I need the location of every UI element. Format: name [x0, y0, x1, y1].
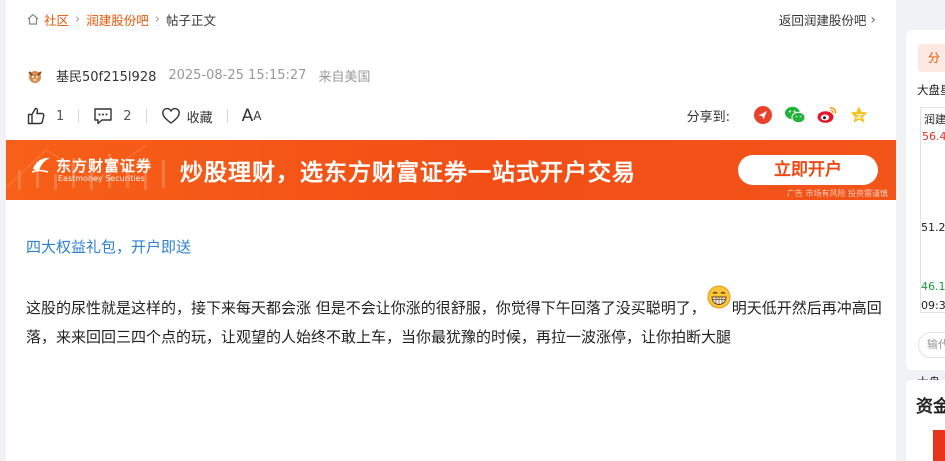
banner-slogan: 炒股理财，选东方财富证券一站式开户交易 [180, 160, 636, 186]
avatar[interactable] [26, 67, 44, 85]
home-icon[interactable] [26, 12, 40, 26]
breadcrumb-home-link[interactable]: 社区 [44, 10, 69, 29]
post-body: 这股的尿性就是这样的，接下来每天都会涨 但是不会让你涨的很舒服，你觉得下午回落了… [26, 285, 882, 352]
favorite-button[interactable]: 收藏 [161, 106, 213, 126]
font-size-large-glyph: A [241, 106, 254, 126]
quote-low: 46.16 [921, 280, 945, 293]
back-to-forum-label: 返回润建股份吧 [778, 13, 867, 28]
back-to-forum-link[interactable]: 返回润建股份吧 › [779, 10, 876, 29]
divider [145, 109, 147, 123]
chevron-right-icon: › [75, 11, 81, 27]
banner-brand-en: Eastmoney Securities [58, 174, 145, 183]
share-label: 分享到: [686, 109, 730, 125]
stock-mini-chart[interactable]: 润建 56.42 51.29 46.16 09:3 [920, 107, 945, 313]
banner-brand: 东方财富证券 Eastmoney Securities [30, 154, 153, 183]
share-guba-button[interactable] [752, 104, 774, 126]
font-size-small-glyph: A [253, 109, 262, 123]
post-actions: 1 2 收藏 AA [26, 105, 261, 127]
breadcrumb-current: 帖子正文 [165, 12, 216, 28]
post-author-bar: 基民50f215l928 2025-08-25 15:15:27 来自美国 [26, 66, 370, 85]
like-count: 1 [56, 108, 65, 124]
sidebar-tab[interactable]: 分 [918, 44, 945, 72]
open-account-button[interactable]: 立即开户 [738, 155, 878, 185]
share-weibo-button[interactable] [816, 104, 838, 126]
chevron-right-icon: › [870, 11, 876, 28]
quote-time: 09:3 [921, 299, 945, 312]
fund-flow-bar [933, 430, 945, 461]
sidebar-title-funds: 资金 [916, 397, 945, 417]
post-text-part1: 这股的尿性就是这样的，接下来每天都会涨 但是不会让你涨的很舒服，你觉得下午回落了… [26, 299, 706, 317]
divider [78, 109, 80, 123]
quote-mid: 51.29 [921, 221, 945, 234]
quote-stock-name: 润建 [924, 113, 945, 126]
comment-icon [94, 108, 112, 125]
favorite-label: 收藏 [186, 110, 213, 126]
wechat-icon [785, 106, 806, 124]
grin-emoji-icon [707, 285, 731, 309]
eastmoney-logo-icon [31, 157, 50, 173]
weibo-icon [817, 107, 837, 123]
post-time: 2025-08-25 15:15:27 [168, 68, 307, 83]
heart-icon [161, 107, 180, 124]
font-size-button[interactable]: AA [242, 106, 262, 126]
share-wechat-button[interactable] [784, 104, 806, 126]
quote-high: 56.42 [922, 130, 945, 143]
comment-count: 2 [123, 108, 132, 124]
divider [226, 109, 228, 123]
share-qzone-button[interactable] [848, 104, 870, 126]
sidebar-title-market: 大盘星 [917, 83, 945, 97]
post-location: 来自美国 [318, 70, 371, 85]
broker-banner-ad[interactable]: 东方财富证券 Eastmoney Securities 炒股理财，选东方财富证券… [6, 140, 896, 200]
guba-icon [754, 106, 772, 124]
thumbs-up-icon [27, 107, 45, 125]
breadcrumb-forum-link[interactable]: 润建股份吧 [86, 10, 149, 29]
comment-button[interactable]: 2 [93, 106, 132, 126]
author-name[interactable]: 基民50f215l928 [56, 66, 156, 85]
promo-link[interactable]: 四大权益礼包，开户即送 [26, 236, 191, 257]
right-sidebar: 分 大盘星 润建 56.42 51.29 46.16 09:3 输代 大盘 资金 [906, 0, 945, 461]
banner-brand-cn: 东方财富证券 [56, 156, 153, 175]
post-main-panel: 社区 › 润建股份吧 › 帖子正文 返回润建股份吧 › 基民50f215l928… [6, 0, 896, 461]
breadcrumb: 社区 › 润建股份吧 › 帖子正文 [26, 10, 216, 28]
like-button[interactable]: 1 [26, 106, 64, 126]
star-icon [850, 106, 868, 123]
share-bar: 分享到: [687, 104, 870, 126]
chevron-right-icon: › [154, 11, 160, 27]
ad-disclaimer: 广告 市场有风险 投资需谨慎 [786, 189, 888, 198]
market-widget: 分 大盘星 润建 56.42 51.29 46.16 09:3 输代 大盘 [906, 30, 945, 389]
stock-code-input[interactable]: 输代 [918, 332, 945, 358]
fund-flow-widget: 资金 [906, 380, 945, 461]
